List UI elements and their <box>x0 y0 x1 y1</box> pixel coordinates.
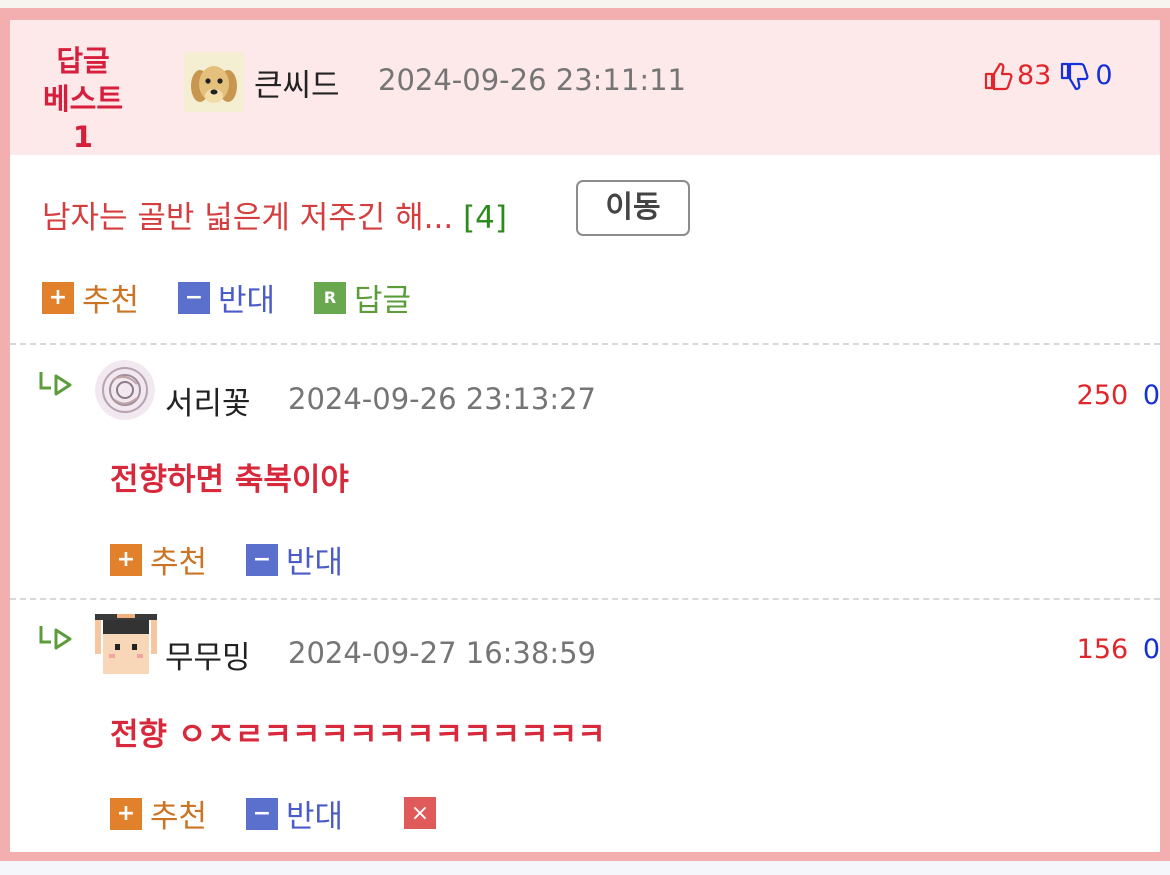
best-reply-text[interactable]: 남자는 골반 넓은게 저주긴 해... <box>42 200 453 236</box>
oppose-button[interactable]: − 반대 <box>246 791 343 836</box>
move-button[interactable]: 이동 <box>576 180 690 236</box>
like-count: 250 <box>1076 380 1129 411</box>
like-count: 83 <box>1017 60 1052 91</box>
recommend-button[interactable]: + 추천 <box>42 275 139 320</box>
reply-label: 답글 <box>354 283 412 319</box>
post-date: 2024-09-27 16:38:59 <box>288 636 596 670</box>
divider <box>10 343 1160 345</box>
plus-icon: + <box>42 281 74 314</box>
like-count: 156 <box>1076 634 1129 665</box>
oppose-button[interactable]: − 반대 <box>178 275 275 320</box>
avatar[interactable] <box>95 614 157 676</box>
best-reply-panel: 답글 베스트1 큰씨드 2024-09-26 23:11:11 83 0 남자는… <box>0 8 1170 861</box>
minus-icon: − <box>246 797 278 830</box>
thumbs-up-icon <box>984 62 1013 90</box>
recommend-button[interactable]: + 추천 <box>110 791 207 836</box>
oppose-label: 반대 <box>286 799 344 835</box>
graduate-avatar-icon <box>95 614 157 674</box>
avatar[interactable] <box>184 52 244 112</box>
best-reply-title[interactable]: 남자는 골반 넓은게 저주긴 해... [4] <box>42 192 507 237</box>
puppy-avatar-icon <box>184 52 244 112</box>
avatar[interactable] <box>95 360 155 420</box>
thumbs-down-icon <box>1061 62 1089 90</box>
best-label-line1: 답글 <box>56 44 110 78</box>
top-strip <box>0 0 1170 8</box>
bottom-bar <box>0 861 1170 875</box>
reply-arrow-icon <box>38 624 76 658</box>
reply-text: 전향 ㅇㅈㄹㅋㅋㅋㅋㅋㅋㅋㅋㅋㅋㅋㅋ <box>110 717 606 753</box>
vote-summary: 83 0 <box>983 60 1113 91</box>
minus-icon: − <box>178 281 210 314</box>
reply-count: [4] <box>463 200 507 236</box>
dislike-count: 0 <box>1095 60 1113 91</box>
dislike-count: 0 <box>1142 380 1160 411</box>
delete-icon[interactable]: × <box>404 797 436 829</box>
reply-icon: R <box>314 281 346 314</box>
best-reply-header: 답글 베스트1 큰씨드 2024-09-26 23:11:11 83 0 <box>10 20 1160 155</box>
plus-icon: + <box>110 797 142 830</box>
post-date: 2024-09-26 23:13:27 <box>288 382 596 416</box>
reply-text: 전향하면 축복이야 <box>110 462 349 498</box>
plus-icon: + <box>110 543 142 576</box>
oppose-button[interactable]: − 반대 <box>246 537 343 582</box>
recommend-label: 추천 <box>82 283 140 319</box>
reply-arrow-icon <box>38 370 76 404</box>
rose-avatar-icon <box>95 360 155 420</box>
recommend-button[interactable]: + 추천 <box>110 537 207 582</box>
post-date: 2024-09-26 23:11:11 <box>378 63 686 97</box>
vote-summary: 250 0 <box>760 380 1160 411</box>
recommend-label: 추천 <box>150 545 208 581</box>
reply-button[interactable]: R 답글 <box>314 275 411 320</box>
recommend-label: 추천 <box>150 799 208 835</box>
oppose-label: 반대 <box>286 545 344 581</box>
best-label-line2: 베스트1 <box>42 82 124 154</box>
dislike-count: 0 <box>1142 634 1160 665</box>
minus-icon: − <box>246 543 278 576</box>
best-reply-badge: 답글 베스트1 <box>40 42 126 156</box>
nickname[interactable]: 서리꽃 <box>165 378 251 423</box>
oppose-label: 반대 <box>218 283 276 319</box>
divider <box>10 598 1160 600</box>
nickname[interactable]: 무무밍 <box>165 632 251 677</box>
vote-summary: 156 0 <box>760 634 1160 665</box>
nickname[interactable]: 큰씨드 <box>254 60 340 105</box>
